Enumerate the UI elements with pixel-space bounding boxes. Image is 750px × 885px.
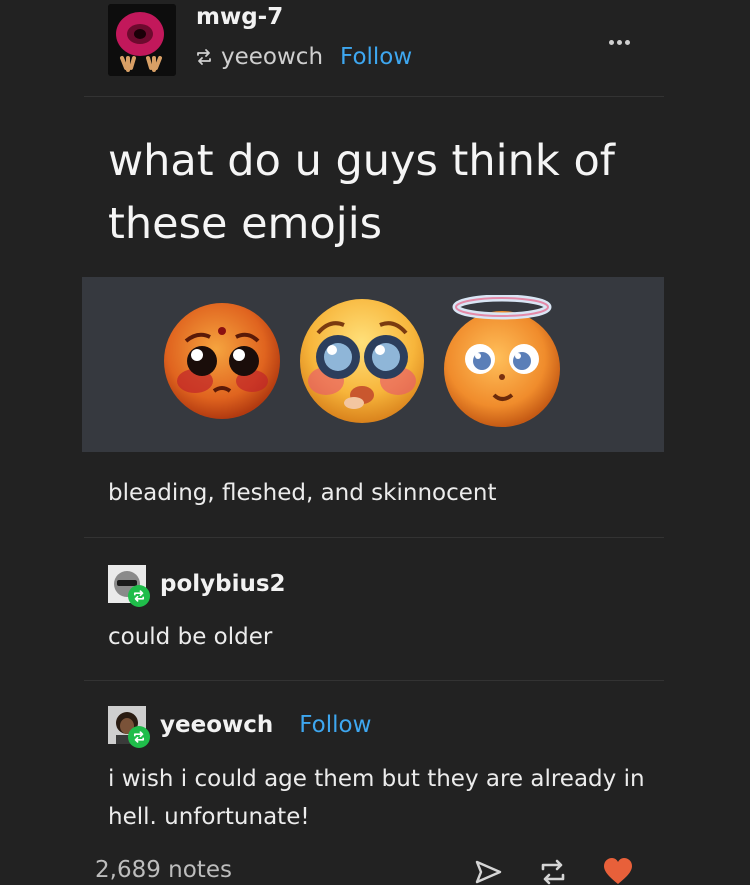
blog-name[interactable]: mwg-7	[196, 4, 283, 30]
notes-count[interactable]: 2,689 notes	[95, 857, 232, 883]
divider	[84, 96, 664, 97]
reblog-source: yeeowch Follow	[194, 42, 412, 72]
bleading-emoji	[164, 303, 280, 419]
fleshed-emoji	[300, 299, 424, 423]
more-dots-icon[interactable]	[609, 30, 639, 50]
post-card: mwg-7 yeeowch Follow what do u guys thin…	[0, 0, 750, 885]
follow-button[interactable]: Follow	[299, 712, 371, 738]
post-image[interactable]	[82, 277, 664, 452]
reply-author-row: polybius2	[108, 564, 286, 607]
reply-author-row: yeeowch Follow	[108, 705, 371, 748]
reblog-icon[interactable]	[537, 856, 569, 885]
reply-username[interactable]: yeeowch	[160, 712, 273, 738]
follow-button[interactable]: Follow	[340, 44, 412, 70]
reply-text: i wish i could age them but they are alr…	[108, 766, 645, 830]
reblog-badge-icon	[128, 585, 150, 607]
reply-text: could be older	[108, 624, 273, 650]
reply-username[interactable]: polybius2	[160, 571, 286, 597]
avatar[interactable]	[108, 565, 150, 607]
post-header: mwg-7 yeeowch Follow	[0, 0, 750, 96]
send-icon[interactable]	[472, 856, 504, 885]
reblog-badge-icon	[128, 726, 150, 748]
post-title: what do u guys think of these emojis	[108, 136, 615, 249]
reblog-source-name[interactable]: yeeowch	[221, 44, 323, 70]
skinnocent-emoji	[444, 295, 560, 427]
divider	[84, 537, 664, 538]
blog-avatar[interactable]	[108, 4, 176, 76]
avatar[interactable]	[108, 706, 150, 748]
post-caption: bleading, fleshed, and skinnocent	[108, 480, 497, 506]
heart-icon[interactable]	[602, 856, 634, 885]
divider	[84, 680, 664, 681]
reblog-icon	[197, 49, 211, 65]
